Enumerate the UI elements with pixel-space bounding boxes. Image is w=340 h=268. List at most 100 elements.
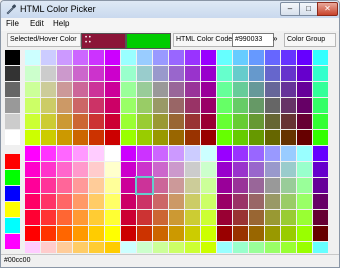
color-cell[interactable]: [313, 226, 328, 241]
color-cell[interactable]: [121, 242, 136, 253]
color-cell[interactable]: [201, 194, 216, 209]
color-cell[interactable]: [233, 146, 248, 161]
color-cell[interactable]: [281, 82, 296, 97]
color-cell[interactable]: [201, 50, 216, 65]
color-cell[interactable]: [281, 242, 296, 253]
color-swatch-base[interactable]: [5, 202, 20, 217]
color-cell[interactable]: [233, 210, 248, 225]
color-cell[interactable]: [297, 194, 312, 209]
color-cell[interactable]: [121, 114, 136, 129]
color-cell[interactable]: [25, 130, 40, 145]
color-cell[interactable]: [281, 66, 296, 81]
color-cell[interactable]: [89, 146, 104, 161]
color-cell[interactable]: [281, 194, 296, 209]
color-cell[interactable]: [185, 162, 200, 177]
color-cell[interactable]: [201, 226, 216, 241]
color-cell[interactable]: [313, 98, 328, 113]
color-cell[interactable]: [313, 82, 328, 97]
color-cell[interactable]: [57, 66, 72, 81]
color-cell[interactable]: [25, 82, 40, 97]
color-cell[interactable]: [249, 210, 264, 225]
color-cell[interactable]: [121, 66, 136, 81]
color-cell[interactable]: [105, 114, 120, 129]
color-cell[interactable]: [265, 210, 280, 225]
color-cell[interactable]: [121, 210, 136, 225]
color-cell[interactable]: [201, 178, 216, 193]
color-cell[interactable]: [217, 242, 232, 253]
color-cell[interactable]: [137, 194, 152, 209]
minimize-button[interactable]: –: [280, 2, 300, 16]
color-cell[interactable]: [249, 194, 264, 209]
color-cell[interactable]: [41, 162, 56, 177]
color-cell[interactable]: [25, 66, 40, 81]
color-cell[interactable]: [217, 194, 232, 209]
color-cell[interactable]: [137, 146, 152, 161]
color-cell[interactable]: [57, 210, 72, 225]
color-cell[interactable]: [233, 82, 248, 97]
color-cell[interactable]: [41, 146, 56, 161]
color-cell[interactable]: [153, 50, 168, 65]
color-cell[interactable]: [57, 98, 72, 113]
color-cell[interactable]: [153, 194, 168, 209]
color-cell[interactable]: [201, 146, 216, 161]
color-cell[interactable]: [73, 66, 88, 81]
color-cell[interactable]: [153, 226, 168, 241]
color-cell[interactable]: [265, 242, 280, 253]
color-cell[interactable]: [249, 82, 264, 97]
color-cell[interactable]: [169, 82, 184, 97]
color-cell[interactable]: [105, 82, 120, 97]
color-cell[interactable]: [313, 242, 328, 253]
color-cell[interactable]: [57, 50, 72, 65]
color-cell[interactable]: [137, 210, 152, 225]
color-swatch-base[interactable]: [5, 218, 20, 233]
color-cell[interactable]: [297, 98, 312, 113]
color-cell[interactable]: [185, 130, 200, 145]
html-color-code-field[interactable]: #990033: [232, 33, 274, 47]
color-cell[interactable]: [41, 98, 56, 113]
color-cell[interactable]: [217, 98, 232, 113]
color-cell[interactable]: [73, 50, 88, 65]
color-cell[interactable]: [297, 162, 312, 177]
color-cell[interactable]: [89, 114, 104, 129]
color-cell[interactable]: [297, 226, 312, 241]
color-cell[interactable]: [313, 114, 328, 129]
color-cell[interactable]: [217, 210, 232, 225]
color-cell[interactable]: [217, 226, 232, 241]
color-cell[interactable]: [185, 226, 200, 241]
color-cell[interactable]: [89, 210, 104, 225]
color-cell[interactable]: [233, 98, 248, 113]
color-swatch-base[interactable]: [5, 130, 20, 145]
color-cell[interactable]: [89, 98, 104, 113]
color-cell[interactable]: [41, 242, 56, 253]
color-swatch-base[interactable]: [5, 170, 20, 185]
color-cell[interactable]: [281, 178, 296, 193]
color-grid[interactable]: [5, 50, 336, 253]
color-cell[interactable]: [105, 210, 120, 225]
color-cell[interactable]: [265, 226, 280, 241]
color-cell[interactable]: [185, 194, 200, 209]
color-cell[interactable]: [201, 162, 216, 177]
color-cell[interactable]: [57, 242, 72, 253]
color-cell[interactable]: [41, 50, 56, 65]
color-cell[interactable]: [137, 178, 152, 193]
color-cell[interactable]: [137, 98, 152, 113]
color-cell[interactable]: [185, 98, 200, 113]
color-cell[interactable]: [217, 50, 232, 65]
color-cell[interactable]: [249, 98, 264, 113]
color-cell[interactable]: [313, 130, 328, 145]
color-cell[interactable]: [313, 178, 328, 193]
color-cell[interactable]: [57, 226, 72, 241]
color-swatch-base[interactable]: [5, 98, 20, 113]
color-cell[interactable]: [57, 162, 72, 177]
color-cell[interactable]: [201, 242, 216, 253]
color-cell[interactable]: [153, 130, 168, 145]
color-cell[interactable]: [41, 114, 56, 129]
color-cell[interactable]: [73, 194, 88, 209]
color-cell[interactable]: [217, 146, 232, 161]
color-cell[interactable]: [57, 82, 72, 97]
color-cell[interactable]: [249, 50, 264, 65]
color-cell[interactable]: [249, 130, 264, 145]
color-cell[interactable]: [121, 50, 136, 65]
color-cell[interactable]: [57, 178, 72, 193]
menu-file[interactable]: File: [6, 19, 19, 28]
